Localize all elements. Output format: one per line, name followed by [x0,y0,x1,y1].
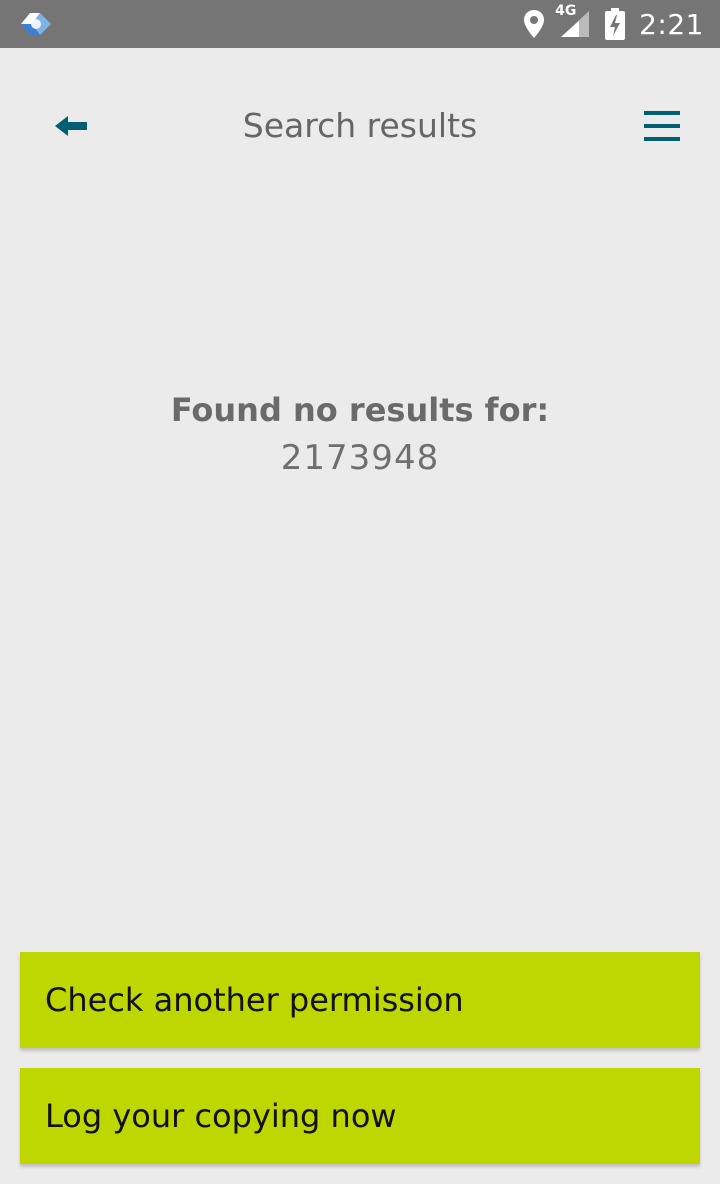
hamburger-menu-icon [644,108,680,148]
status-time: 2:21 [639,7,704,41]
location-icon [523,9,545,39]
app-logo-icon [18,10,54,38]
search-query: 2173948 [280,438,440,478]
page-title: Search results [242,106,478,145]
battery-charging-icon [605,8,626,40]
log-copying-button[interactable]: Log your copying now [20,1068,700,1164]
results-block: Found no results for: 2173948 [0,388,720,480]
signal-4g-icon: 4G [555,3,591,39]
check-another-permission-button[interactable]: Check another permission [20,952,700,1048]
status-bar: 4G 2:21 [0,0,720,48]
no-results-heading: Found no results for: [170,391,550,429]
app-header: Search results [0,48,720,208]
menu-button[interactable] [634,104,690,152]
network-label: 4G [555,3,577,19]
